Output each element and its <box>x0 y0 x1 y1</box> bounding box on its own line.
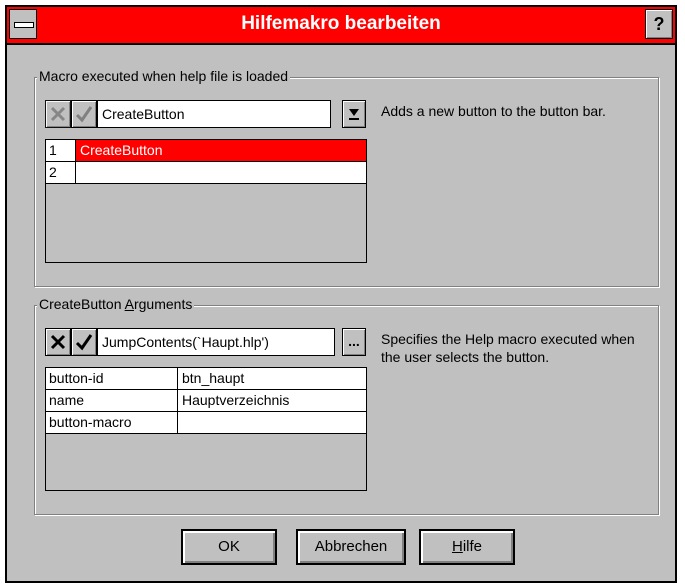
help-label-rest: ilfe <box>462 538 483 555</box>
argument-name: button-id <box>46 368 178 389</box>
argument-input[interactable]: JumpContents(`Haupt.hlp') <box>97 328 335 356</box>
system-menu-icon <box>14 22 34 28</box>
cancel-edit-icon[interactable] <box>45 100 71 128</box>
browse-button[interactable]: ... <box>342 328 366 356</box>
system-menu-button[interactable] <box>9 9 37 39</box>
row-value[interactable] <box>76 162 366 183</box>
label-prefix: CreateButton <box>39 296 125 312</box>
macro-group-label: Macro executed when help file is loaded <box>37 68 291 84</box>
label-mnemonic: A <box>124 296 134 312</box>
macro-list-row[interactable]: 1 CreateButton <box>46 140 366 162</box>
arguments-list[interactable]: button-id btn_haupt name Hauptverzeichni… <box>45 367 367 491</box>
macro-input[interactable]: CreateButton <box>97 100 331 128</box>
argument-description: Specifies the Help macro executed when t… <box>381 331 635 365</box>
confirm-edit-icon[interactable] <box>71 100 97 128</box>
macro-description: Adds a new button to the button bar. <box>381 103 606 119</box>
help-mnemonic: H <box>451 538 463 555</box>
context-help-button[interactable]: ? <box>645 9 673 39</box>
macro-list-row[interactable]: 2 <box>46 162 366 184</box>
title-bar[interactable]: Hilfemakro bearbeiten ? <box>7 7 675 45</box>
row-number: 1 <box>46 140 76 161</box>
row-number: 2 <box>46 162 76 183</box>
argument-value[interactable]: Hauptverzeichnis <box>178 390 366 411</box>
macro-group: Macro executed when help file is loaded … <box>34 68 659 287</box>
arguments-group: CreateButton Arguments JumpContents(`Hau… <box>34 296 659 515</box>
argument-row[interactable]: name Hauptverzeichnis <box>46 390 366 412</box>
confirm-edit-icon[interactable] <box>71 328 97 356</box>
argument-row[interactable]: button-macro JumpContents(`Haupt.hl <box>46 412 366 434</box>
macro-list[interactable]: 1 CreateButton 2 <box>45 139 367 263</box>
row-value[interactable]: CreateButton <box>76 140 366 161</box>
argument-value[interactable]: btn_haupt <box>178 368 366 389</box>
cancel-button[interactable]: Abbrechen <box>296 529 406 565</box>
cancel-edit-icon[interactable] <box>45 328 71 356</box>
arguments-group-label: CreateButton Arguments <box>37 296 195 312</box>
help-button[interactable]: Hilfe <box>419 529 515 565</box>
dropdown-button[interactable] <box>342 100 366 128</box>
label-rest: rguments <box>133 296 193 312</box>
ok-button[interactable]: OK <box>181 529 277 565</box>
dialog-window: Hilfemakro bearbeiten ? Macro executed w… <box>5 5 677 583</box>
argument-row[interactable]: button-id btn_haupt <box>46 368 366 390</box>
argument-value[interactable]: JumpContents(`Haupt.hl <box>178 412 366 433</box>
argument-name: button-macro <box>46 412 178 433</box>
argument-name: name <box>46 390 178 411</box>
chevron-down-icon <box>349 109 359 120</box>
window-title: Hilfemakro bearbeiten <box>241 13 441 34</box>
